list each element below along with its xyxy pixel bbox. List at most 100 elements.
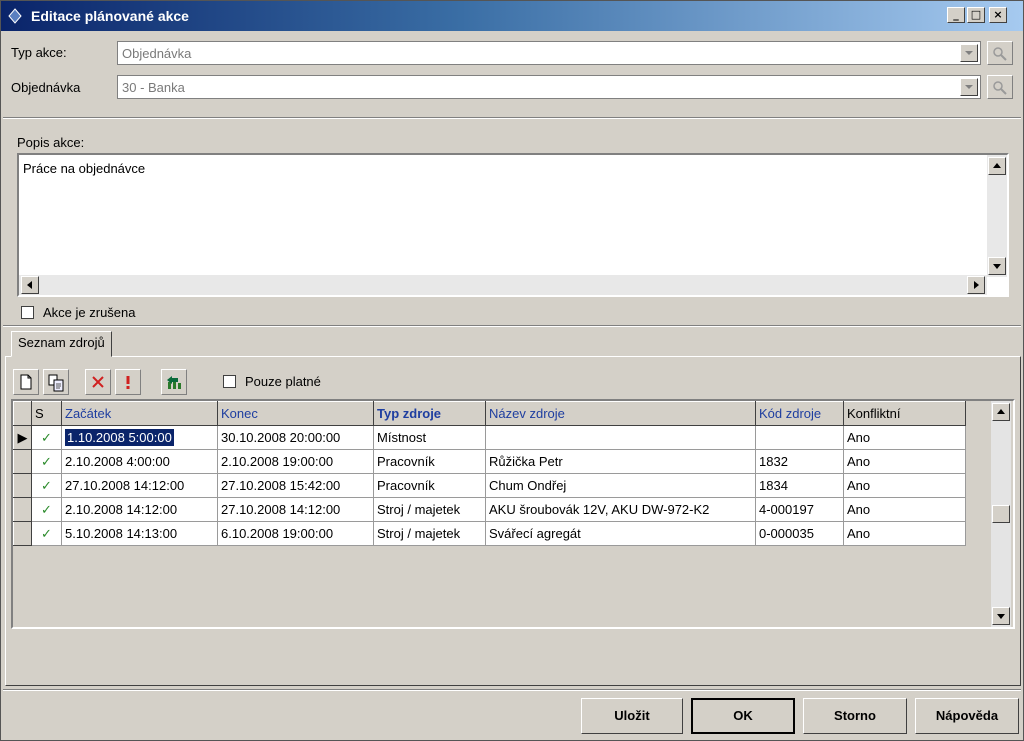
warning-button[interactable] [115, 369, 141, 395]
typ-akce-combo[interactable]: Objednávka [117, 41, 981, 65]
cell-konec[interactable]: 27.10.2008 15:42:00 [217, 473, 374, 498]
delete-button[interactable] [85, 369, 111, 395]
scroll-up-icon[interactable] [992, 403, 1010, 421]
table-row[interactable]: ✓ 2.10.2008 14:12:00 27.10.2008 14:12:00… [13, 497, 966, 522]
cell-konfliktni[interactable]: Ano [843, 521, 966, 546]
ok-button[interactable]: OK [691, 698, 795, 734]
cell-zacatek[interactable]: 2.10.2008 4:00:00 [61, 449, 218, 474]
status-check-icon: ✓ [31, 473, 62, 498]
typ-akce-lookup-button[interactable] [987, 41, 1013, 65]
scroll-up-icon[interactable] [988, 157, 1006, 175]
cell-konfliktni[interactable]: Ano [843, 473, 966, 498]
objednavka-value: 30 - Banka [122, 80, 185, 95]
new-button[interactable] [13, 369, 39, 395]
objednavka-lookup-button[interactable] [987, 75, 1013, 99]
close-button[interactable]: × [989, 7, 1007, 23]
chevron-down-icon[interactable] [960, 44, 978, 62]
scroll-thumb[interactable] [992, 505, 1010, 523]
row-indicator [13, 473, 32, 498]
resource-grid[interactable]: S Začátek Konec Typ zdroje Název zdroje … [11, 399, 1015, 629]
exclamation-icon [126, 376, 130, 389]
chevron-down-icon[interactable] [960, 78, 978, 96]
cell-typ-zdroje[interactable]: Stroj / majetek [373, 521, 486, 546]
column-header-kod-zdroje[interactable]: Kód zdroje [755, 401, 844, 426]
chart-button[interactable] [161, 369, 187, 395]
cell-zacatek[interactable]: 5.10.2008 14:13:00 [61, 521, 218, 546]
help-button[interactable]: Nápověda [915, 698, 1019, 734]
cell-typ-zdroje[interactable]: Stroj / majetek [373, 497, 486, 522]
vertical-scrollbar[interactable] [987, 155, 1007, 277]
cell-konec[interactable]: 27.10.2008 14:12:00 [217, 497, 374, 522]
cell-nazev-zdroje[interactable] [485, 425, 756, 450]
selected-cell-text: 1.10.2008 5:00:00 [65, 429, 174, 446]
cell-konfliktni[interactable]: Ano [843, 425, 966, 450]
cell-konec[interactable]: 6.10.2008 19:00:00 [217, 521, 374, 546]
copy-button[interactable] [43, 369, 69, 395]
column-header-konfliktni[interactable]: Konfliktní [843, 401, 966, 426]
table-row[interactable]: ✓ 2.10.2008 4:00:00 2.10.2008 19:00:00 P… [13, 449, 966, 474]
cell-typ-zdroje[interactable]: Místnost [373, 425, 486, 450]
resource-table: S Začátek Konec Typ zdroje Název zdroje … [13, 401, 966, 546]
current-row-icon: ▶ [13, 425, 32, 450]
table-row[interactable]: ✓ 27.10.2008 14:12:00 27.10.2008 15:42:0… [13, 473, 966, 498]
cell-konfliktni[interactable]: Ano [843, 497, 966, 522]
cell-kod-zdroje[interactable]: 4-000197 [755, 497, 844, 522]
window-title: Editace plánované akce [31, 8, 189, 24]
column-header-konec[interactable]: Konec [217, 401, 374, 426]
search-icon [993, 81, 1007, 95]
cell-kod-zdroje[interactable]: 0-000035 [755, 521, 844, 546]
divider [3, 117, 1021, 119]
popis-label: Popis akce: [17, 135, 85, 150]
cell-nazev-zdroje[interactable]: Chum Ondřej [485, 473, 756, 498]
cell-nazev-zdroje[interactable]: Růžička Petr [485, 449, 756, 474]
cell-kod-zdroje[interactable]: 1834 [755, 473, 844, 498]
horizontal-scrollbar[interactable] [19, 275, 987, 295]
popis-text: Práce na objednávce [23, 161, 146, 176]
cell-konec[interactable]: 30.10.2008 20:00:00 [217, 425, 374, 450]
popis-textarea[interactable]: Práce na objednávce [17, 153, 1009, 297]
cell-kod-zdroje[interactable] [755, 425, 844, 450]
save-button[interactable]: Uložit [581, 698, 683, 734]
scroll-down-icon[interactable] [988, 257, 1006, 275]
minimize-button[interactable]: _ [947, 7, 965, 23]
cell-zacatek[interactable]: 27.10.2008 14:12:00 [61, 473, 218, 498]
cancel-button[interactable]: Storno [803, 698, 907, 734]
table-row[interactable]: ▶ ✓ 1.10.2008 5:00:00 30.10.2008 20:00:0… [13, 425, 966, 450]
cell-typ-zdroje[interactable]: Pracovník [373, 449, 486, 474]
cell-typ-zdroje[interactable]: Pracovník [373, 473, 486, 498]
scroll-left-icon[interactable] [21, 276, 39, 294]
cell-konec[interactable]: 2.10.2008 19:00:00 [217, 449, 374, 474]
table-row[interactable]: ✓ 5.10.2008 14:13:00 6.10.2008 19:00:00 … [13, 521, 966, 546]
column-header-s[interactable]: S [31, 401, 62, 426]
scroll-down-icon[interactable] [992, 607, 1010, 625]
app-icon [8, 8, 22, 24]
cell-zacatek[interactable]: 2.10.2008 14:12:00 [61, 497, 218, 522]
row-indicator [13, 497, 32, 522]
copy-document-icon [48, 374, 64, 392]
pouze-platne-checkbox[interactable] [223, 375, 236, 388]
search-icon [993, 47, 1007, 61]
objednavka-combo[interactable]: 30 - Banka [117, 75, 981, 99]
cell-zacatek[interactable]: 1.10.2008 5:00:00 [61, 425, 218, 450]
tab-seznam-zdroju[interactable]: Seznam zdrojů [11, 331, 112, 357]
zrusena-checkbox[interactable] [21, 306, 34, 319]
cell-nazev-zdroje[interactable]: AKU šroubovák 12V, AKU DW-972-K2 [485, 497, 756, 522]
column-header-nazev-zdroje[interactable]: Název zdroje [485, 401, 756, 426]
scroll-right-icon[interactable] [967, 276, 985, 294]
typ-akce-label: Typ akce: [11, 45, 67, 60]
chart-arrow-icon [167, 376, 181, 389]
cell-konfliktni[interactable]: Ano [843, 449, 966, 474]
row-indicator [13, 521, 32, 546]
maximize-button[interactable]: □ [967, 7, 985, 23]
status-check-icon: ✓ [31, 449, 62, 474]
column-header-typ-zdroje[interactable]: Typ zdroje [373, 401, 486, 426]
column-header-zacatek[interactable]: Začátek [61, 401, 218, 426]
divider [3, 689, 1021, 691]
cell-nazev-zdroje[interactable]: Svářecí agregát [485, 521, 756, 546]
grid-vertical-scrollbar[interactable] [991, 401, 1011, 627]
cell-kod-zdroje[interactable]: 1832 [755, 449, 844, 474]
objednavka-label: Objednávka [11, 80, 81, 95]
status-check-icon: ✓ [31, 425, 62, 450]
pouze-platne-label: Pouze platné [245, 374, 321, 389]
table-header: S Začátek Konec Typ zdroje Název zdroje … [13, 401, 966, 426]
